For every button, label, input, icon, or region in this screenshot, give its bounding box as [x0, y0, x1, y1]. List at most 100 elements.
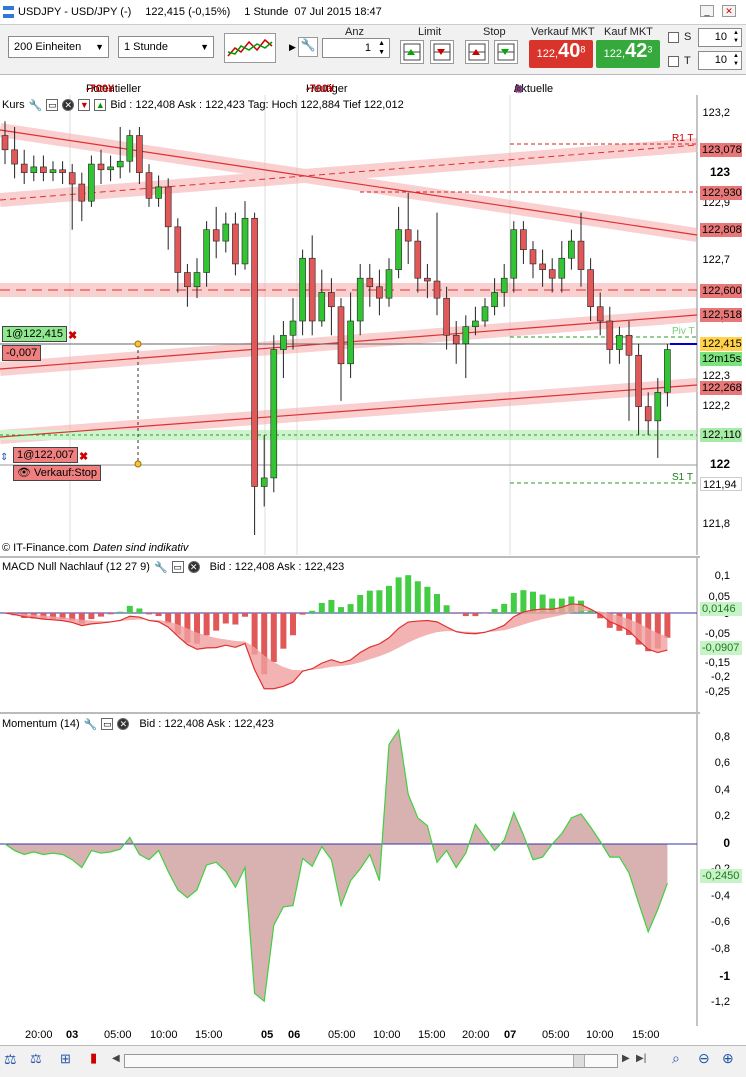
- anz-stepper[interactable]: 1 ▲ ▼: [322, 38, 390, 58]
- candle-down: [59, 169, 66, 173]
- macd-bar: [664, 613, 671, 638]
- buy-market-button[interactable]: 122,423: [596, 40, 660, 68]
- x-tick: 05:00: [542, 1029, 570, 1041]
- window-icon[interactable]: ▭: [171, 561, 184, 573]
- price-tag: 122,518: [700, 308, 742, 322]
- stop-buy-button[interactable]: [465, 40, 489, 64]
- units-select[interactable]: 200 Einheiten ▼: [8, 36, 109, 58]
- price-chart[interactable]: R1 T S1 T Piv T © IT-Finance.com Daten si…: [0, 95, 746, 555]
- eye-icon: 👁: [17, 467, 31, 479]
- stop-sell-button[interactable]: [494, 40, 518, 64]
- close-button[interactable]: ✕: [722, 5, 736, 17]
- price-tag-support: 122,110: [700, 428, 742, 442]
- stepper-arrows-icon: ▲ ▼: [378, 40, 385, 56]
- order-tag[interactable]: 1@122,007: [13, 447, 79, 463]
- price-tag: 122,268: [700, 381, 742, 395]
- arrow-up-icon[interactable]: ▲: [94, 99, 107, 111]
- candle-up: [30, 166, 38, 173]
- minimize-button[interactable]: _: [700, 5, 714, 17]
- candle-down: [635, 354, 642, 407]
- window-icon[interactable]: ▭: [101, 718, 114, 730]
- position-tag[interactable]: 1@122,415: [2, 326, 68, 342]
- x-tick: 06: [288, 1029, 301, 1041]
- candle-up: [462, 326, 470, 345]
- wrench-button[interactable]: 🔧: [298, 37, 318, 57]
- y-tick: -0,2: [711, 671, 730, 683]
- candle-down: [577, 240, 585, 270]
- current-price-tag: 122,415: [700, 337, 742, 351]
- macd-panel-info: Bid : 122,408 Ask : 122,423: [209, 561, 345, 573]
- wrench-icon[interactable]: 🔧: [84, 718, 98, 731]
- order-type-tag[interactable]: 👁 Verkauf:Stop: [13, 465, 102, 481]
- candle-up: [568, 240, 575, 259]
- candle-up: [289, 320, 297, 336]
- zoom-in-icon[interactable]: ⊕: [722, 1050, 734, 1067]
- zoom-range-icon[interactable]: ⚖: [4, 1051, 17, 1068]
- x-tick: 20:00: [462, 1029, 490, 1041]
- macd-bar: [443, 605, 450, 613]
- scrollbar-thumb[interactable]: [573, 1055, 585, 1067]
- macd-bar: [88, 613, 95, 620]
- candle-up: [356, 277, 364, 322]
- order-handle[interactable]: [134, 460, 142, 468]
- horizontal-scrollbar[interactable]: [124, 1054, 618, 1068]
- drag-handle-icon[interactable]: ⇕: [0, 452, 8, 463]
- macd-bar: [309, 610, 316, 613]
- candle-down: [11, 149, 18, 165]
- macd-value-tag: 0,0146: [700, 602, 742, 616]
- s-checkbox[interactable]: [668, 32, 679, 43]
- candle-down: [78, 183, 86, 202]
- today-profit-value: -700¥: [306, 83, 335, 95]
- arrow-down-icon[interactable]: ▼: [78, 99, 91, 111]
- price-panel-header: Kurs 🔧 ▭ ✕ ▼ ▲ Bid : 122,408 Ask : 122,4…: [2, 97, 404, 113]
- close-icon[interactable]: ✕: [117, 718, 130, 730]
- y-tick: -0,4: [711, 890, 730, 902]
- s-stepper[interactable]: 10 ▲ ▼: [698, 28, 742, 47]
- order-toolbar: 200 Einheiten ▼ 1 Stunde ▼ ▶ 🔧 Anz 1 ▲ ▼ Lim…: [0, 25, 746, 75]
- scroll-end-icon[interactable]: ▶|: [636, 1053, 646, 1064]
- wrench-icon[interactable]: 🔧: [154, 561, 168, 574]
- candle-down: [366, 277, 374, 288]
- collapse-arrow-icon[interactable]: ▶: [289, 42, 296, 53]
- chart-type-button[interactable]: [224, 33, 276, 63]
- x-tick: 15:00: [418, 1029, 446, 1041]
- macd-bar: [491, 608, 498, 613]
- t-checkbox[interactable]: [668, 56, 679, 67]
- scroll-left-icon[interactable]: ◀: [112, 1053, 120, 1064]
- order-handle[interactable]: [134, 340, 142, 348]
- sell-market-button[interactable]: 122,408: [529, 40, 593, 68]
- candle-down: [644, 406, 652, 422]
- close-position-icon[interactable]: ✖: [68, 329, 77, 342]
- window-quote: 122,415 (-0,15%): [145, 6, 231, 18]
- limit-buy-button[interactable]: [400, 40, 424, 64]
- y-tick: 122,7: [702, 254, 730, 266]
- candle-up: [299, 257, 306, 322]
- candle-down: [596, 306, 604, 322]
- scroll-right-icon[interactable]: ▶: [622, 1053, 630, 1064]
- close-icon[interactable]: ✕: [187, 561, 200, 573]
- candle-icon[interactable]: ▮: [90, 1050, 97, 1066]
- close-icon[interactable]: ✕: [62, 99, 75, 111]
- momentum-panel-info: Bid : 122,408 Ask : 122,423: [139, 718, 274, 730]
- y-tick: -0,25: [704, 686, 730, 698]
- history-icon[interactable]: ⊞: [60, 1051, 71, 1067]
- zoom-fit-icon[interactable]: ⌕: [672, 1050, 680, 1067]
- macd-bar: [414, 581, 421, 613]
- scale-icon[interactable]: ⚖: [30, 1051, 42, 1067]
- limit-sell-button[interactable]: [430, 40, 454, 64]
- candle-down: [452, 334, 460, 345]
- window-icon[interactable]: ▭: [46, 99, 59, 111]
- momentum-chart[interactable]: [0, 714, 746, 1026]
- interval-select[interactable]: 1 Stunde ▼: [118, 36, 214, 58]
- chevron-down-icon: ▼: [95, 42, 104, 52]
- momentum-value-tag: -0,2450: [700, 869, 742, 883]
- t-stepper[interactable]: 10 ▲ ▼: [698, 51, 742, 70]
- zoom-out-icon[interactable]: ⊖: [698, 1050, 710, 1067]
- y-tick: -0,15: [704, 657, 730, 669]
- candle-down: [548, 269, 556, 279]
- macd-chart[interactable]: [0, 558, 746, 713]
- wrench-icon[interactable]: 🔧: [29, 99, 43, 112]
- cancel-order-icon[interactable]: ✖: [79, 450, 88, 463]
- pivot-label: Piv T: [672, 326, 695, 337]
- y-tick: 0,8: [714, 731, 730, 743]
